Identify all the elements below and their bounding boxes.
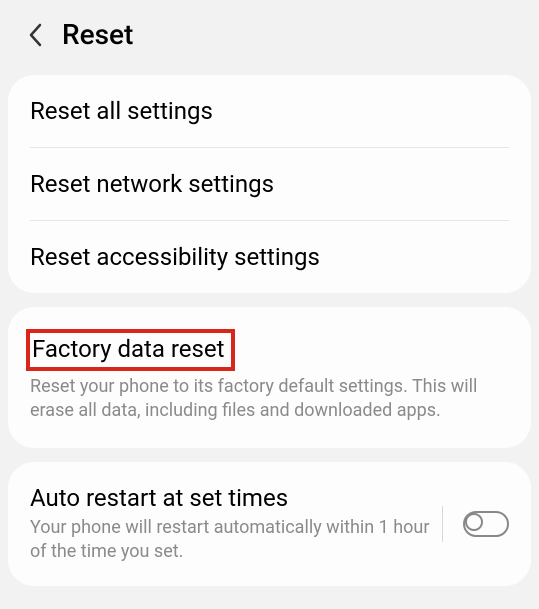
reset-network-settings[interactable]: Reset network settings xyxy=(8,148,531,220)
auto-restart-card: Auto restart at set times Your phone wil… xyxy=(8,462,531,587)
reset-all-settings[interactable]: Reset all settings xyxy=(8,75,531,147)
reset-accessibility-label: Reset accessibility settings xyxy=(30,243,509,271)
reset-network-label: Reset network settings xyxy=(30,170,509,198)
auto-restart-text: Auto restart at set times Your phone wil… xyxy=(30,484,430,565)
reset-options-card: Reset all settings Reset network setting… xyxy=(8,75,531,293)
header: Reset xyxy=(0,0,539,69)
auto-restart-toggle[interactable] xyxy=(463,511,509,537)
factory-reset-card: Factory data reset Reset your phone to i… xyxy=(8,307,531,448)
factory-reset-desc: Reset your phone to its factory default … xyxy=(30,375,509,424)
factory-data-reset[interactable]: Factory data reset Reset your phone to i… xyxy=(8,313,531,440)
auto-restart-label: Auto restart at set times xyxy=(30,484,430,512)
page-title: Reset xyxy=(62,18,133,51)
reset-accessibility-settings[interactable]: Reset accessibility settings xyxy=(8,221,531,293)
back-icon[interactable] xyxy=(28,24,42,46)
vertical-divider xyxy=(442,506,443,542)
auto-restart-row[interactable]: Auto restart at set times Your phone wil… xyxy=(8,462,531,587)
auto-restart-desc: Your phone will restart automatically wi… xyxy=(30,516,430,565)
highlight-annotation: Factory data reset xyxy=(26,329,235,371)
toggle-knob xyxy=(465,513,483,531)
factory-reset-label: Factory data reset xyxy=(32,335,225,363)
reset-all-label: Reset all settings xyxy=(30,97,509,125)
